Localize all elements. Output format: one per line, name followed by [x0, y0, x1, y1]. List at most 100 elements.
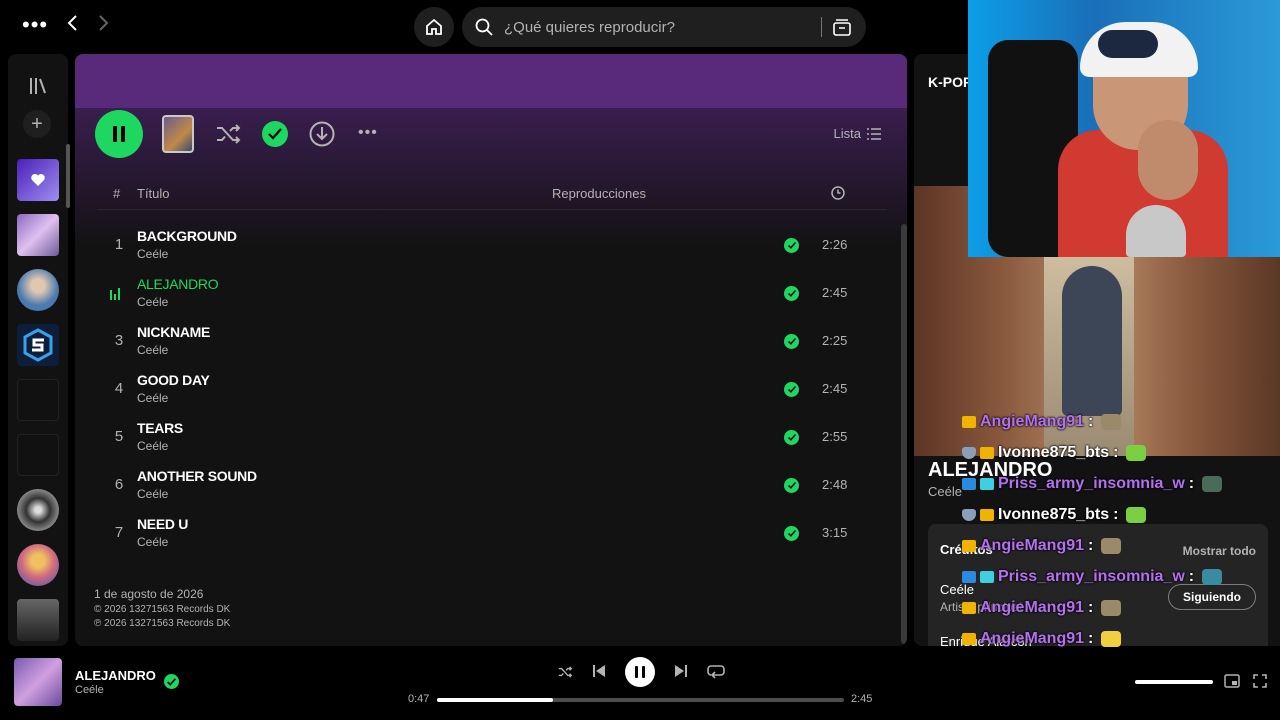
player-title[interactable]: ALEJANDRO	[75, 668, 156, 683]
saved-check-icon[interactable]	[784, 382, 799, 397]
track-artist[interactable]: Ceéle	[137, 247, 168, 261]
library-item-logo[interactable]	[17, 324, 59, 366]
shuffle-icon[interactable]	[214, 120, 242, 148]
player-saved-button[interactable]	[164, 674, 179, 689]
chat-badge-gift-icon	[980, 571, 994, 583]
chat-username[interactable]: Ivonne875_bts	[998, 506, 1109, 524]
track-title[interactable]: ALEJANDRO	[137, 276, 219, 292]
library-item-distrokid-2[interactable]	[17, 434, 59, 476]
back-icon[interactable]	[66, 14, 80, 38]
search-bar[interactable]: ¿Qué quieres reproducir?	[462, 7, 866, 47]
search-input[interactable]: ¿Qué quieres reproducir?	[504, 19, 675, 36]
chat-emote-icon	[1126, 507, 1147, 523]
chat-emote-icon	[1101, 414, 1122, 430]
library-item-album[interactable]	[17, 214, 59, 256]
chat-badge-shield-icon	[962, 509, 976, 521]
chat-badge-crown-icon	[962, 416, 976, 428]
chat-username[interactable]: AngieMang91	[980, 537, 1084, 555]
main-scrollbar[interactable]	[901, 224, 907, 644]
album-cover-thumbnail[interactable]	[162, 115, 194, 153]
track-row[interactable]: 3 NICKNAME Ceéle 2:25	[97, 318, 887, 366]
panel-playlist-label[interactable]: K-POP	[928, 74, 972, 90]
library-item-artist-2[interactable]	[17, 489, 59, 531]
now-playing-artist[interactable]: Ceéle	[928, 484, 962, 499]
forward-icon[interactable]	[96, 14, 110, 38]
chat-username[interactable]: Priss_army_insomnia_w	[998, 568, 1185, 586]
chat-badge-gift-icon	[980, 478, 994, 490]
copyright-c: © 2026 13271563 Records DK	[94, 604, 231, 615]
library-item-distrokid[interactable]	[17, 379, 59, 421]
track-row[interactable]: ALEJANDRO Ceéle 2:45	[97, 270, 887, 318]
saved-check-icon[interactable]	[784, 286, 799, 301]
track-row[interactable]: 5 TEARS Ceéle 2:55	[97, 414, 887, 462]
repeat-icon[interactable]	[707, 663, 725, 679]
fullscreen-icon[interactable]	[1253, 674, 1267, 688]
library-icon[interactable]	[28, 76, 48, 96]
saved-check-icon[interactable]	[784, 430, 799, 445]
saved-check-button[interactable]	[262, 121, 288, 147]
more-icon[interactable]: •••	[22, 14, 48, 36]
home-button[interactable]	[414, 7, 454, 47]
pause-button[interactable]	[95, 110, 143, 158]
saved-check-icon[interactable]	[784, 478, 799, 493]
track-artist[interactable]: Ceéle	[137, 439, 168, 453]
library-item-artist-3[interactable]	[17, 544, 59, 586]
player-artist[interactable]: Ceéle	[75, 684, 104, 696]
chat-badge-crown-icon	[980, 447, 994, 459]
miniplayer-icon[interactable]	[1224, 674, 1240, 688]
chat-emote-icon	[1101, 631, 1122, 647]
track-title[interactable]: NICKNAME	[137, 324, 210, 340]
header-number: #	[113, 186, 121, 201]
track-title[interactable]: BACKGROUND	[137, 228, 237, 244]
track-title[interactable]: GOOD DAY	[137, 372, 210, 388]
chat-username[interactable]: Ivonne875_bts	[998, 444, 1109, 462]
player-pause-button[interactable]	[625, 657, 655, 687]
total-time: 2:45	[851, 693, 873, 705]
more-options-icon[interactable]: •••	[358, 124, 378, 142]
shuffle-icon[interactable]	[556, 664, 574, 680]
browse-icon[interactable]	[832, 17, 852, 37]
sidebar-scrollbar[interactable]	[66, 144, 70, 208]
track-row[interactable]: 4 GOOD DAY Ceéle 2:45	[97, 366, 887, 414]
album-header	[75, 54, 907, 108]
chat-username[interactable]: AngieMang91	[980, 413, 1084, 431]
track-row[interactable]: 6 ANOTHER SOUND Ceéle 2:48	[97, 462, 887, 510]
track-row[interactable]: 7 NEED U Ceéle 3:15	[97, 510, 887, 558]
copyright-p: ℗ 2026 13271563 Records DK	[94, 618, 231, 629]
list-view-toggle[interactable]: Lista	[834, 126, 881, 141]
progress-bar[interactable]	[437, 698, 844, 702]
player-cover[interactable]	[14, 658, 62, 706]
previous-icon[interactable]	[592, 664, 606, 678]
chat-username[interactable]: AngieMang91	[980, 630, 1084, 648]
saved-check-icon[interactable]	[784, 334, 799, 349]
chat-message: AngieMang91:	[962, 410, 1122, 434]
webcam-microphone	[1126, 205, 1186, 257]
library-item-artist[interactable]	[17, 269, 59, 311]
track-duration: 2:45	[822, 381, 848, 396]
saved-check-icon[interactable]	[784, 526, 799, 541]
chat-username[interactable]: AngieMang91	[980, 599, 1084, 617]
track-title[interactable]: NEED U	[137, 516, 188, 532]
create-playlist-button[interactable]: +	[23, 110, 51, 138]
track-artist[interactable]: Ceéle	[137, 487, 168, 501]
heart-icon	[31, 174, 45, 186]
track-artist[interactable]: Ceéle	[137, 391, 168, 405]
chat-username[interactable]: Priss_army_insomnia_w	[998, 475, 1185, 493]
liked-songs-item[interactable]	[17, 159, 59, 201]
track-artist[interactable]: Ceéle	[137, 535, 168, 549]
chat-badge-shield-icon	[962, 447, 976, 459]
chat-colon: :	[1088, 630, 1094, 647]
show-all-link[interactable]: Mostrar todo	[1183, 544, 1256, 558]
track-title[interactable]: ANOTHER SOUND	[137, 468, 257, 484]
header-plays: Reproducciones	[552, 186, 646, 201]
track-artist[interactable]: Ceéle	[137, 343, 168, 357]
library-item-album-2[interactable]	[17, 599, 59, 641]
track-artist[interactable]: Ceéle	[137, 295, 168, 309]
chat-colon: :	[1088, 537, 1094, 554]
next-icon[interactable]	[674, 664, 688, 678]
volume-slider[interactable]	[1135, 680, 1213, 684]
saved-check-icon[interactable]	[784, 238, 799, 253]
download-icon[interactable]	[308, 120, 336, 148]
track-title[interactable]: TEARS	[137, 420, 183, 436]
track-row[interactable]: 1 BACKGROUND Ceéle 2:26	[97, 222, 887, 270]
